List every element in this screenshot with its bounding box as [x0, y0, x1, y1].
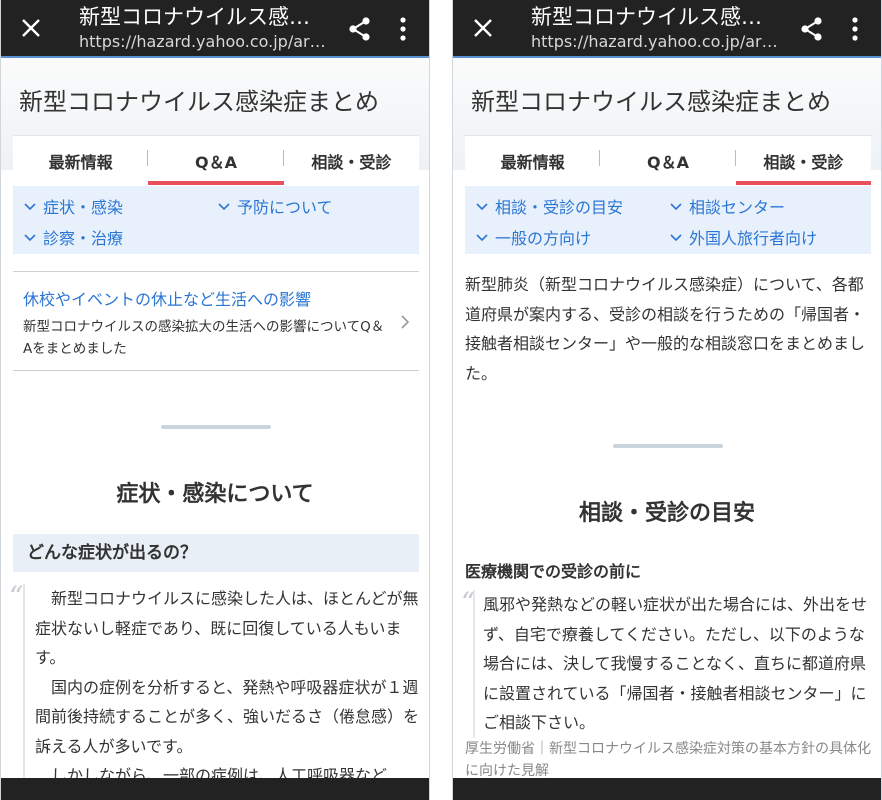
tab-label: Q＆A	[646, 152, 689, 172]
tab-consult[interactable]: 相談・受診	[284, 136, 419, 185]
tab-latest[interactable]: 最新情報	[13, 136, 149, 185]
browser-url: https://hazard.yahoo.co.jp/article/...	[531, 32, 781, 51]
tab-qa[interactable]: Q＆A	[148, 136, 284, 185]
share-button[interactable]	[345, 14, 375, 44]
subnav-item-guideline[interactable]: 相談・受診の目安	[475, 194, 623, 218]
tab-consult[interactable]: 相談・受診	[735, 136, 872, 185]
section-title: 相談・受診の目安	[578, 501, 755, 526]
subnav: 症状・感染 予防について 診察・治療	[13, 186, 419, 254]
browser-toolbar: 新型コロナウイルス感染症まとめ https://hazard.yahoo.co.…	[1, 0, 429, 58]
tab-label: Q＆A	[194, 152, 237, 172]
browser-title: 新型コロナウイルス感染症まとめ	[79, 5, 329, 29]
subnav-label: 相談センター	[689, 198, 786, 217]
subheading: 医療機関での受診の前に	[465, 562, 642, 581]
subnav-label: 相談・受診の目安	[495, 198, 624, 217]
chevron-down-icon	[218, 203, 230, 211]
share-icon	[349, 17, 370, 41]
quote-icon: “	[9, 580, 24, 613]
more-options-button[interactable]	[845, 14, 865, 44]
page-title: 新型コロナウイルス感染症まとめ	[19, 88, 379, 116]
subnav-item-symptoms[interactable]: 症状・感染	[23, 194, 123, 218]
browser-url: https://hazard.yahoo.co.jp/article/...	[79, 32, 329, 51]
subnav: 相談・受診の目安 相談センター 一般の方向け 外国人旅行者向け	[465, 186, 871, 254]
close-icon	[22, 19, 40, 37]
chevron-right-icon	[401, 315, 410, 329]
question-heading: どんな症状が出るの？	[13, 534, 419, 572]
tab-label: 最新情報	[500, 152, 565, 172]
page-title: 新型コロナウイルス感染症まとめ	[471, 88, 831, 116]
story-description: 新型コロナウイルスの感染拡大の生活への影響についてQ＆Aをまとめました	[23, 319, 385, 357]
page-content[interactable]: 新型コロナウイルス感染症まとめ 最新情報 Q＆A 相談・受診 相談・受診の目安 …	[453, 58, 881, 778]
close-icon	[474, 19, 492, 37]
bottom-bar	[1, 778, 429, 800]
answer-paragraph: 新型コロナウイルスに感染した人は、ほとんどが無症状ないし軽症であり、既に回復して…	[35, 589, 419, 667]
answer-paragraph: しかしながら、一部の症例は、人工呼吸器など	[51, 766, 388, 778]
subnav-label: 一般の方向け	[495, 229, 592, 248]
tab-label: 相談・受診	[311, 152, 392, 172]
subnav-item-prevention[interactable]: 予防について	[217, 194, 333, 218]
subnav-label: 診察・治療	[43, 229, 124, 248]
screen-right: 新型コロナウイルス感染症まとめ https://hazard.yahoo.co.…	[452, 0, 882, 800]
subnav-item-treatment[interactable]: 診察・治療	[23, 225, 123, 249]
subnav-label: 予防について	[237, 198, 333, 217]
more-vert-icon	[852, 17, 858, 41]
tab-bar: 最新情報 Q＆A 相談・受診	[465, 135, 872, 185]
screen-left: 新型コロナウイルス感染症まとめ https://hazard.yahoo.co.…	[0, 0, 430, 800]
chevron-down-icon	[476, 234, 488, 242]
answer-paragraph: 国内の症例を分析すると、発熱や呼吸器症状が１週間前後持続することが多く、強いだる…	[35, 677, 420, 756]
story-title[interactable]: 休校やイベントの休止など生活への影響	[23, 286, 311, 310]
subnav-item-foreign-travelers[interactable]: 外国人旅行者向け	[669, 225, 817, 249]
tab-bar: 最新情報 Q＆A 相談・受診	[13, 135, 419, 185]
subnav-item-center[interactable]: 相談センター	[669, 194, 785, 218]
intro-text: 新型肺炎（新型コロナウイルス感染症）について、各都道府県が案内する、受診の相談を…	[465, 275, 866, 383]
chevron-down-icon	[24, 203, 36, 211]
subnav-label: 外国人旅行者向け	[689, 229, 818, 248]
chevron-down-icon	[24, 234, 36, 242]
chevron-down-icon	[670, 234, 682, 242]
share-icon	[801, 17, 822, 41]
browser-title: 新型コロナウイルス感染症まとめ	[531, 5, 781, 29]
answer-quote: 新型コロナウイルスに感染した人は、ほとんどが無症状ないし軽症であり、既に回復して…	[23, 584, 419, 778]
bottom-bar	[453, 778, 881, 800]
more-vert-icon	[400, 17, 406, 41]
section-divider	[161, 425, 271, 429]
tab-latest[interactable]: 最新情報	[465, 136, 601, 185]
source-citation: 厚生労働省｜新型コロナウイルス感染症対策の基本方針の具体化に向けた見解	[465, 741, 871, 778]
section-divider	[613, 444, 723, 448]
story-link-card[interactable]: 休校やイベントの休止など生活への影響 新型コロナウイルスの感染拡大の生活への影響…	[13, 271, 419, 371]
close-button[interactable]	[467, 12, 499, 44]
chevron-down-icon	[476, 203, 488, 211]
section-title: 症状・感染について	[116, 482, 314, 507]
share-button[interactable]	[797, 14, 827, 44]
tab-label: 最新情報	[48, 152, 113, 172]
more-options-button[interactable]	[393, 14, 413, 44]
page-content[interactable]: 新型コロナウイルス感染症まとめ 最新情報 Q＆A 相談・受診 症状・感染 予防に…	[1, 58, 429, 778]
chevron-down-icon	[670, 203, 682, 211]
guideline-quote: 風邪や発熱などの軽い症状が出た場合には、外出をせず、自宅で療養してください。ただ…	[473, 590, 871, 738]
close-button[interactable]	[15, 12, 47, 44]
browser-toolbar: 新型コロナウイルス感染症まとめ https://hazard.yahoo.co.…	[453, 0, 881, 58]
tab-qa[interactable]: Q＆A	[600, 136, 736, 185]
subnav-label: 症状・感染	[43, 198, 124, 217]
tab-label: 相談・受診	[763, 152, 844, 172]
subnav-item-general[interactable]: 一般の方向け	[475, 225, 591, 249]
